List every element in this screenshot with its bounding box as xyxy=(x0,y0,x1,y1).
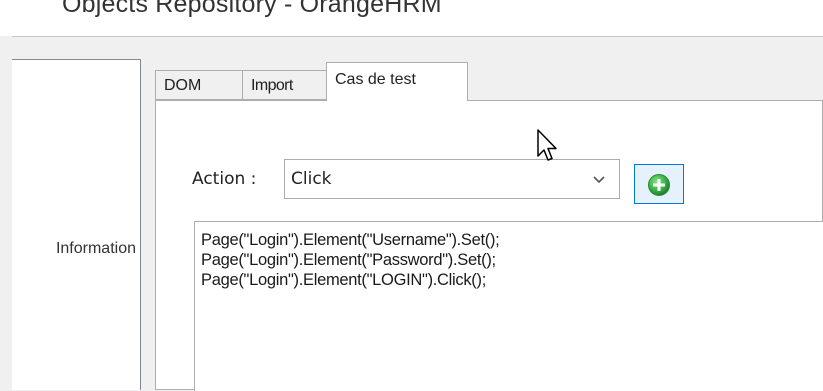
action-selected-value: Click xyxy=(291,169,332,189)
add-action-button[interactable] xyxy=(634,164,684,204)
script-line: Page("Login").Element("Password").Set(); xyxy=(201,251,496,269)
tab-content-cas-de-test: Action : Click Page("Login").Element("Us… xyxy=(155,100,823,391)
title-bar: Objects Repository - OrangeHRM xyxy=(0,0,823,36)
test-script-editor[interactable]: Page("Login").Element("Username").Set();… xyxy=(194,221,823,391)
tab-dom-label: DOM xyxy=(164,77,202,94)
tab-import[interactable]: Import xyxy=(242,70,327,100)
mouse-pointer-icon xyxy=(537,129,557,161)
script-line: Page("Login").Element("Username").Set(); xyxy=(201,231,500,249)
tab-dom[interactable]: DOM xyxy=(155,70,243,100)
window-title: Objects Repository - OrangeHRM xyxy=(62,0,442,18)
information-label: Information xyxy=(55,240,136,257)
main-window: Information DOM Import Action : Click Pa… xyxy=(12,36,823,391)
chevron-down-icon xyxy=(593,176,605,184)
left-panel: Information xyxy=(12,59,141,390)
green-plus-circle-icon xyxy=(648,174,670,196)
tab-import-label: Import xyxy=(251,77,293,94)
script-line: Page("Login").Element("LOGIN").Click(); xyxy=(201,271,486,289)
tab-cas-de-test-label: Cas de test xyxy=(335,71,416,88)
action-label: Action : xyxy=(192,169,257,189)
tab-cas-de-test[interactable]: Cas de test xyxy=(326,62,468,101)
action-dropdown[interactable]: Click xyxy=(284,159,620,199)
